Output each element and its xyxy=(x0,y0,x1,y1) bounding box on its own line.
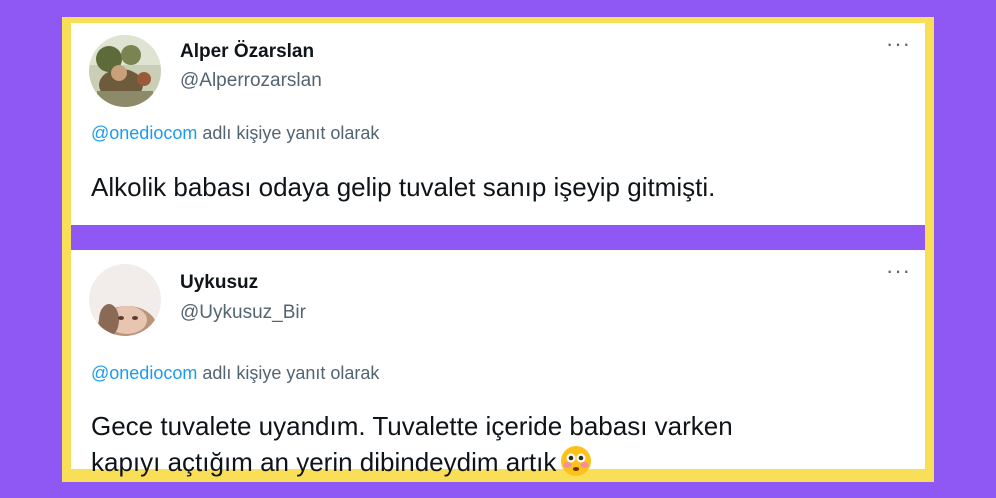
avatar[interactable] xyxy=(89,35,161,107)
tweet-card[interactable]: Alper Özarslan @Alperrozarslan ··· @oned… xyxy=(71,23,925,225)
mention-link[interactable]: @onediocom xyxy=(91,123,197,143)
mention-link[interactable]: @onediocom xyxy=(91,363,197,383)
flushed-face-icon xyxy=(560,445,592,486)
profile-photo-icon xyxy=(89,264,161,336)
user-handle[interactable]: @Alperrozarslan xyxy=(180,70,322,92)
tweet-text-line: kapıyı açtığım an yerin dibindeydim artı… xyxy=(91,444,921,486)
profile-photo-icon xyxy=(89,35,161,107)
reply-context: @onediocom adlı kişiye yanıt olarak xyxy=(91,363,379,384)
reply-label: adlı kişiye yanıt olarak xyxy=(197,363,380,383)
display-name[interactable]: Alper Özarslan xyxy=(180,41,314,63)
tweet-text: Gece tuvalete uyandım. Tuvalette içeride… xyxy=(91,408,921,486)
yellow-frame: Alper Özarslan @Alperrozarslan ··· @oned… xyxy=(62,17,934,482)
user-handle[interactable]: @Uykusuz_Bir xyxy=(180,302,306,324)
more-options-icon[interactable]: ··· xyxy=(886,33,911,55)
divider xyxy=(71,225,925,250)
tweet-text-line-content: kapıyı açtığım an yerin dibindeydim artı… xyxy=(91,447,557,477)
tweet-text-line: Gece tuvalete uyandım. Tuvalette içeride… xyxy=(91,411,733,441)
tweet-card[interactable]: Uykusuz @Uykusuz_Bir ··· @onediocom adlı… xyxy=(71,250,925,477)
reply-context: @onediocom adlı kişiye yanıt olarak xyxy=(91,123,379,144)
more-options-icon[interactable]: ··· xyxy=(886,260,911,282)
reply-label: adlı kişiye yanıt olarak xyxy=(197,123,380,143)
display-name[interactable]: Uykusuz xyxy=(180,272,258,294)
avatar[interactable] xyxy=(89,264,161,336)
tweet-text: Alkolik babası odaya gelip tuvalet sanıp… xyxy=(91,172,716,202)
